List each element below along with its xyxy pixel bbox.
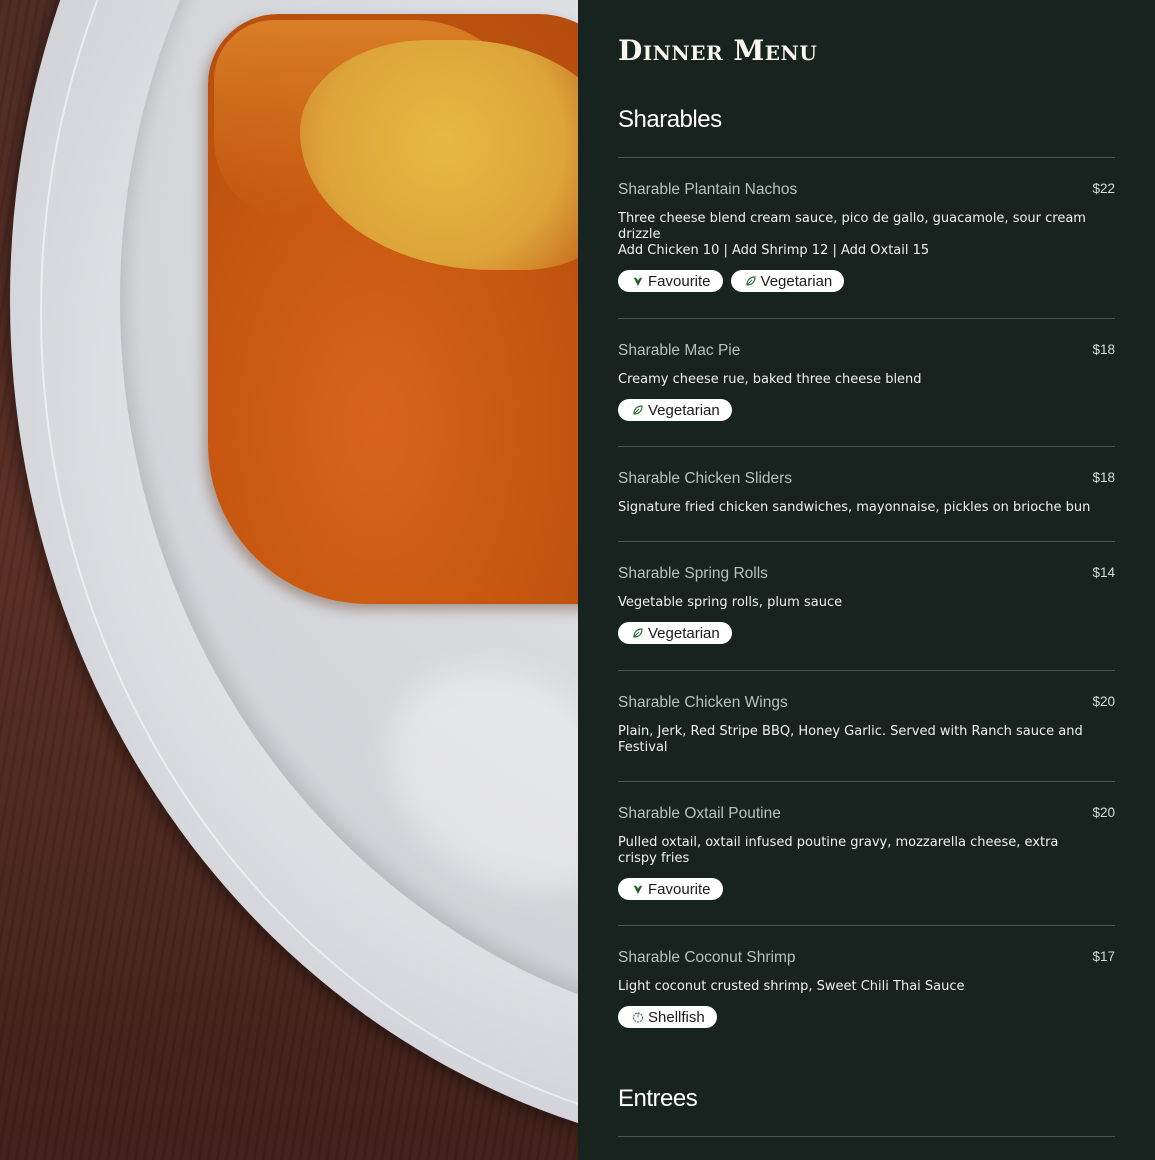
menu-item-description: Signature fried chicken sandwiches, mayo… <box>618 500 1098 516</box>
section-title-sharables: Sharables <box>618 106 722 133</box>
menu-item-price: $22 <box>1092 181 1115 196</box>
menu-item-price: $20 <box>1092 805 1115 820</box>
section-divider <box>618 157 1115 158</box>
tag-favourite: Favourite <box>618 270 723 292</box>
menu-item-header: Sharable Spring Rolls $14 <box>618 565 1115 587</box>
dietary-tags: Shellfish <box>618 1006 1115 1028</box>
leaf-icon <box>632 627 644 639</box>
description-line: Add Chicken 10 | Add Shrimp 12 | Add Oxt… <box>618 243 930 258</box>
tag-favourite: Favourite <box>618 878 723 900</box>
menu-item: Sharable Coconut Shrimp $17 Light coconut … <box>618 949 1115 1028</box>
menu-item: Sharable Chicken Sliders $18 Signature fri… <box>618 470 1115 516</box>
menu-item-description: Three cheese blend cream sauce, pico de … <box>618 211 1098 259</box>
tag-label: Vegetarian <box>648 401 720 419</box>
menu-panel: Dinner Menu Sharables Sharable Plantain N… <box>578 0 1155 1160</box>
item-divider <box>618 541 1115 542</box>
menu-item-description: Plain, Jerk, Red Stripe BBQ, Honey Garli… <box>618 724 1098 756</box>
menu-item-description: Vegetable spring rolls, plum sauce <box>618 595 1098 611</box>
menu-item-description: Creamy cheese rue, baked three cheese bl… <box>618 372 1098 388</box>
item-divider <box>618 781 1115 782</box>
menu-item-header: Sharable Plantain Nachos $22 <box>618 181 1115 203</box>
page-title: Dinner Menu <box>618 34 818 67</box>
menu-item-header: Sharable Chicken Wings $20 <box>618 694 1115 716</box>
menu-item-name: Sharable Coconut Shrimp <box>618 949 796 966</box>
section-divider <box>618 1136 1115 1137</box>
leaf-icon <box>745 275 757 287</box>
menu-item: Sharable Spring Rolls $14 Vegetable spring… <box>618 565 1115 644</box>
dietary-tags: Vegetarian <box>618 622 1115 644</box>
item-divider <box>618 318 1115 319</box>
tag-vegetarian: Vegetarian <box>618 399 732 421</box>
section-title-entrees: Entrees <box>618 1085 698 1112</box>
tag-label: Vegetarian <box>760 272 833 290</box>
tag-label: Vegetarian <box>648 624 720 642</box>
item-divider <box>618 925 1115 926</box>
menu-item-name: Sharable Oxtail Poutine <box>618 805 781 822</box>
menu-item-description: Light coconut crusted shrimp, Sweet Chil… <box>618 979 1098 995</box>
description-line: Creamy cheese rue, baked three cheese bl… <box>618 372 922 387</box>
menu-item-price: $18 <box>1092 470 1115 485</box>
description-line: Three cheese blend cream sauce, pico de … <box>618 211 1086 242</box>
heart-leaf-icon <box>632 883 644 895</box>
tag-vegetarian: Vegetarian <box>730 270 845 292</box>
description-line: Light coconut crusted shrimp, Sweet Chil… <box>618 979 965 994</box>
leaf-icon <box>632 404 644 416</box>
menu-item-header: Sharable Chicken Sliders $18 <box>618 470 1115 492</box>
item-divider <box>618 446 1115 447</box>
menu-item-description: Pulled oxtail, oxtail infused poutine gr… <box>618 835 1098 867</box>
tag-vegetarian: Vegetarian <box>618 622 732 644</box>
menu-item: Sharable Oxtail Poutine $20 Pulled oxtail,… <box>618 805 1115 900</box>
heart-leaf-icon <box>632 275 644 287</box>
description-line: Signature fried chicken sandwiches, mayo… <box>618 500 1091 515</box>
menu-item: Sharable Mac Pie $18 Creamy cheese rue, ba… <box>618 342 1115 421</box>
menu-item-name: Sharable Chicken Sliders <box>618 470 793 487</box>
menu-item-name: Sharable Spring Rolls <box>618 565 768 582</box>
menu-item: Sharable Plantain Nachos $22 Three cheese … <box>618 181 1115 292</box>
dietary-tags: Favourite Vegetarian <box>618 270 1115 292</box>
menu-item-header: Sharable Oxtail Poutine $20 <box>618 805 1115 827</box>
menu-item: Sharable Chicken Wings $20 Plain, Jerk, Re… <box>618 694 1115 756</box>
menu-item-name: Sharable Chicken Wings <box>618 694 788 711</box>
menu-item-header: Sharable Mac Pie $18 <box>618 342 1115 364</box>
tag-label: Shellfish <box>648 1008 705 1026</box>
hero-food-photo <box>0 0 578 1160</box>
tag-label: Favourite <box>648 880 711 898</box>
menu-item-price: $14 <box>1092 565 1115 580</box>
menu-item-price: $17 <box>1092 949 1115 964</box>
shellfish-icon <box>632 1011 644 1023</box>
description-line: Pulled oxtail, oxtail infused poutine gr… <box>618 835 1059 866</box>
menu-item-name: Sharable Mac Pie <box>618 342 741 359</box>
dietary-tags: Favourite <box>618 878 1115 900</box>
menu-item-name: Sharable Plantain Nachos <box>618 181 798 198</box>
description-line: Vegetable spring rolls, plum sauce <box>618 595 843 610</box>
menu-item-price: $20 <box>1092 694 1115 709</box>
menu-item-header: Sharable Coconut Shrimp $17 <box>618 949 1115 971</box>
tag-shellfish: Shellfish <box>618 1006 717 1028</box>
description-line: Plain, Jerk, Red Stripe BBQ, Honey Garli… <box>618 724 1083 755</box>
item-divider <box>618 670 1115 671</box>
tag-label: Favourite <box>648 272 711 290</box>
menu-item-price: $18 <box>1092 342 1115 357</box>
dietary-tags: Vegetarian <box>618 399 1115 421</box>
